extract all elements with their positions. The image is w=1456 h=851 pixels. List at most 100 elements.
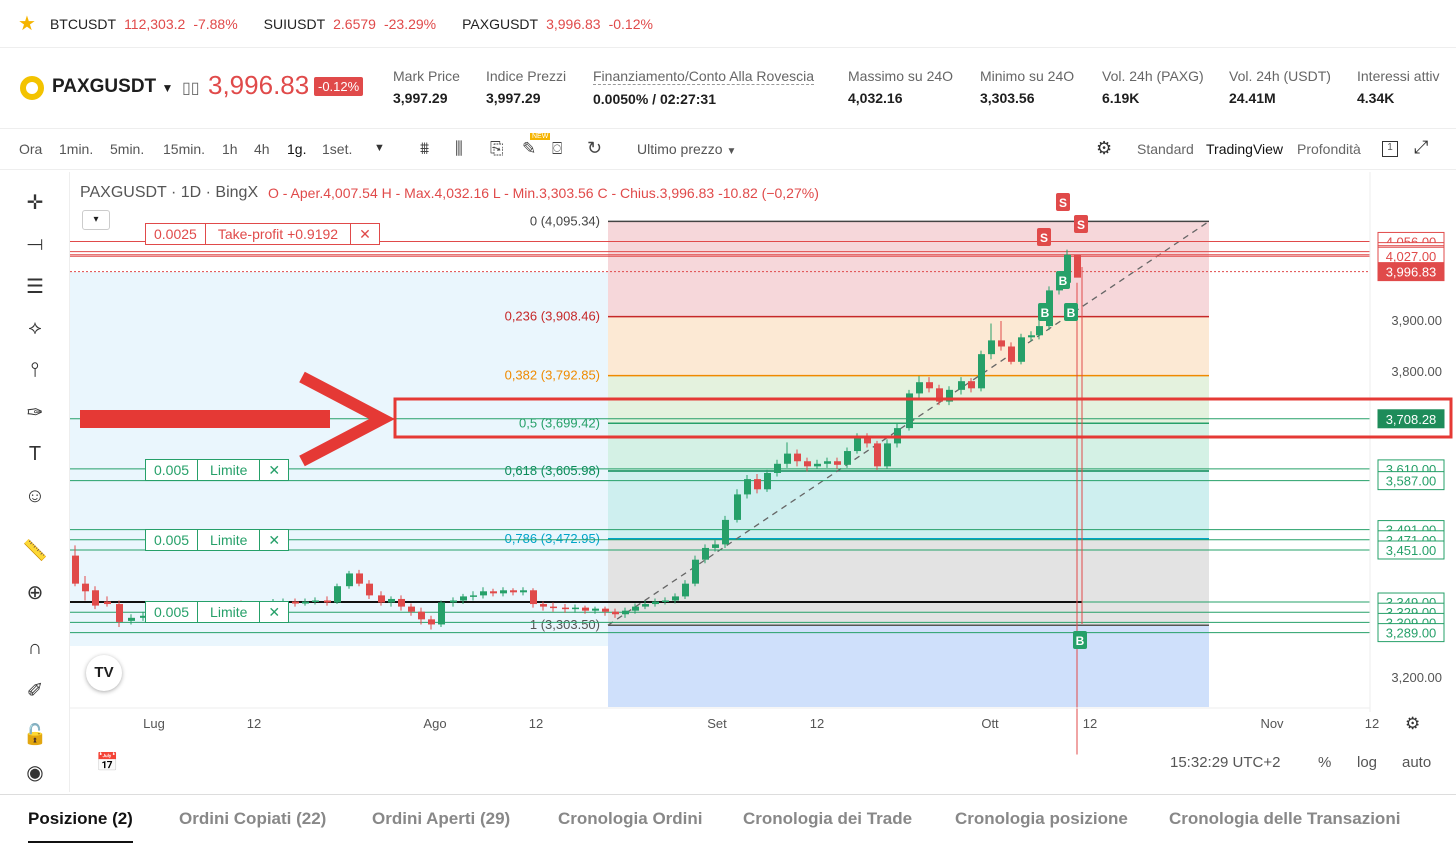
hlines-icon[interactable]: ☰ — [18, 270, 52, 302]
new-badge: NEW — [530, 133, 551, 140]
interval-15min[interactable]: 15min. — [163, 141, 205, 157]
candle-body — [92, 590, 99, 606]
pair-selector[interactable]: PAXGUSDT ▼ — [52, 76, 173, 98]
candle-body — [1018, 337, 1025, 362]
zoom-icon[interactable]: ⊕ — [18, 576, 52, 608]
magnet-icon[interactable]: ∩ — [18, 632, 52, 664]
pencil-icon[interactable]: ✎ — [522, 139, 536, 159]
stat-item: Finanziamento/Conto Alla Rovescia 0.0050%… — [593, 68, 815, 107]
stat-value: 24.41M — [1229, 90, 1276, 106]
tab-5[interactable]: Cronologia posizione — [955, 809, 1128, 829]
close-icon[interactable]: ✕ — [260, 602, 288, 622]
pattern-icon[interactable]: ⟡ — [18, 312, 52, 344]
ticker-symbol: BTCUSDT — [49, 15, 117, 32]
settings-icon[interactable]: ⚙ — [1096, 138, 1112, 159]
line-tool-icon[interactable]: ⟞ — [18, 228, 52, 260]
ticker-item[interactable]: BTCUSDT 112,303.2 -7.88% — [50, 16, 238, 32]
interval-1g[interactable]: 1g. — [287, 141, 306, 157]
interval-Ora[interactable]: Ora — [19, 141, 42, 157]
price-label: 3,587.00 — [1386, 474, 1437, 489]
candle-body — [884, 443, 891, 467]
tab-0[interactable]: Posizione (2) — [28, 809, 133, 843]
brush-icon[interactable]: ✑ — [18, 396, 52, 428]
annotation-arrow-shaft — [80, 410, 330, 428]
interval-1h[interactable]: 1h — [222, 141, 238, 157]
book-icon[interactable]: ▯▯ — [182, 78, 200, 98]
candle-body — [398, 598, 405, 607]
candle-body — [500, 590, 507, 594]
limit-order[interactable]: 0.005 Limite ✕ — [145, 601, 290, 623]
close-icon[interactable]: ✕ — [260, 530, 288, 550]
candles-icon[interactable]: ⫼ — [455, 139, 463, 159]
candle-body — [794, 453, 801, 462]
template-icon[interactable]: ⎘ — [490, 139, 504, 159]
candle-body — [378, 595, 385, 603]
ticker-item[interactable]: SUIUSDT 2.6579 -23.29% — [264, 16, 436, 32]
candle-body — [418, 611, 425, 620]
gear-icon[interactable]: ⚙ — [1405, 714, 1420, 734]
log-toggle[interactable]: log — [1357, 754, 1377, 771]
candle-body — [958, 381, 965, 390]
crosshair-icon[interactable]: ✛ — [18, 186, 52, 218]
view-depth[interactable]: Profondità — [1297, 141, 1361, 157]
interval-5min[interactable]: 5min. — [110, 141, 144, 157]
fib-icon[interactable]: ⫯ — [18, 354, 52, 386]
take-profit-order[interactable]: 0.0025 Take-profit +0.9192 ✕ — [145, 223, 380, 245]
tab-3[interactable]: Cronologia Ordini — [558, 809, 703, 829]
tab-1[interactable]: Ordini Copiati (22) — [179, 809, 326, 829]
candle-body — [510, 590, 517, 593]
tab-6[interactable]: Cronologia delle Transazioni — [1169, 809, 1400, 829]
interval-4h[interactable]: 4h — [254, 141, 270, 157]
close-icon[interactable]: ✕ — [351, 224, 379, 244]
candle-body — [722, 519, 729, 545]
tab-4[interactable]: Cronologia dei Trade — [743, 809, 912, 829]
text-icon[interactable]: T — [18, 438, 52, 470]
view-standard[interactable]: Standard — [1137, 141, 1194, 157]
indicators-icon[interactable]: ⩩ — [420, 139, 429, 159]
eye-icon[interactable]: ◉ — [18, 756, 52, 788]
fib-label: 0,618 (3,605.98) — [505, 463, 600, 478]
candle-body — [744, 479, 751, 495]
interval-1min[interactable]: 1min. — [59, 141, 93, 157]
tab-2[interactable]: Ordini Aperti (29) — [372, 809, 510, 829]
auto-toggle[interactable]: auto — [1402, 754, 1431, 771]
price-type-select[interactable]: Ultimo prezzo ▼ — [637, 141, 736, 157]
emoji-icon[interactable]: ☺ — [18, 480, 52, 512]
lock-pencil-icon[interactable]: ✐ — [18, 674, 52, 706]
candle-body — [1074, 254, 1081, 278]
layout-icon[interactable]: 1 — [1382, 141, 1398, 157]
interval-1set[interactable]: 1set. — [322, 141, 352, 157]
stat-item: Minimo su 24O 3,303.56 — [980, 68, 1074, 106]
view-tradingview[interactable]: TradingView — [1206, 141, 1283, 157]
limit-order[interactable]: 0.005 Limite ✕ — [145, 529, 290, 551]
candle-body — [356, 573, 363, 584]
stat-label: Indice Prezzi — [486, 68, 567, 84]
stat-value: 6.19K — [1102, 90, 1140, 106]
camera-icon[interactable]: ⌼ — [552, 139, 562, 159]
drawing-toolbar: ✛ ⟞ ☰ ⟡ ⫯ ✑ T ☺ 📏 ⊕ ∩ ✐ 🔓 ◉ — [0, 172, 70, 792]
price-chart[interactable]: 0 (4,095.34) 0,236 (3,908.46) 0,382 (3,792… — [70, 172, 1456, 794]
fib-label: 1 (3,303.50) — [530, 617, 600, 632]
candle-body — [292, 601, 299, 604]
ticker-item[interactable]: PAXGUSDT 3,996.83 -0.12% — [462, 16, 653, 32]
refresh-icon[interactable]: ↻ — [587, 138, 602, 159]
order-label: Limite — [198, 460, 261, 480]
price-type-label: Ultimo prezzo — [637, 141, 723, 157]
calendar-icon[interactable]: 📅 — [96, 752, 118, 773]
price-label: 3,451.00 — [1386, 543, 1437, 558]
collapse-legend-button[interactable]: ▾ — [82, 210, 110, 230]
time-tick: 12 — [247, 716, 261, 731]
chevron-down-icon[interactable]: ▼ — [374, 142, 385, 154]
order-label: Limite — [198, 602, 261, 622]
limit-order[interactable]: 0.005 Limite ✕ — [145, 459, 290, 481]
chart-title: PAXGUSDT · 1D · BingX — [80, 184, 258, 202]
close-icon[interactable]: ✕ — [260, 460, 288, 480]
lock-icon[interactable]: 🔓 — [18, 718, 52, 750]
percent-toggle[interactable]: % — [1318, 754, 1331, 771]
symbol-info-bar: PAXGUSDT ▼ ▯▯ 3,996.83 -0.12% Mark Price… — [0, 52, 1456, 122]
ruler-icon[interactable]: 📏 — [18, 534, 52, 566]
candle-body — [926, 382, 933, 389]
fullscreen-icon[interactable]: ⤢ — [1414, 137, 1428, 158]
star-icon[interactable]: ★ — [18, 11, 36, 36]
pair-name: PAXGUSDT — [52, 76, 157, 97]
